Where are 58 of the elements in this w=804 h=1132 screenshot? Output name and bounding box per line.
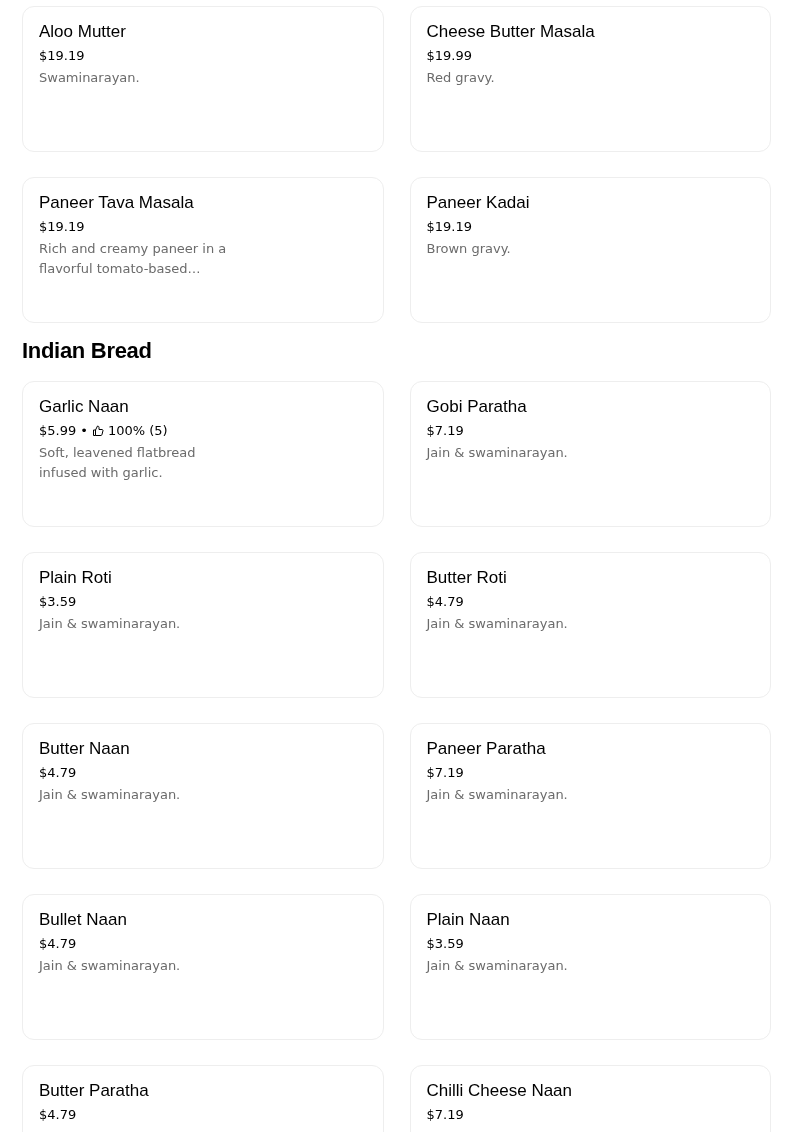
item-rating: 100% (5) [107,423,168,438]
menu-item-card[interactable]: Aloo Mutter $19.19 Swaminarayan. [22,6,384,152]
menu-item-card[interactable]: Paneer Tava Masala $19.19 Rich and creamy paneer in a flavorful tomato-based… [22,177,384,323]
item-price: $4.79 [39,1107,77,1122]
item-name: Paneer Paratha [426,739,546,759]
item-price: $3.59 [39,594,77,609]
item-name: Aloo Mutter [39,22,126,42]
item-name: Butter Roti [426,568,507,588]
item-name: Butter Naan [39,739,130,759]
item-name: Garlic Naan [39,397,129,417]
item-name: Bullet Naan [39,910,127,930]
item-price: $7.19 [426,423,464,438]
menu-item-card[interactable]: Plain Naan $3.59 Jain & swaminarayan. [409,894,771,1040]
item-price: $4.79 [39,936,77,951]
item-price: $3.59 [426,936,464,951]
item-description: Red gravy. [426,69,495,87]
section-heading: Indian Bread [22,338,153,364]
menu-item-card[interactable]: Butter Paratha $4.79 [22,1065,384,1132]
item-name: Butter Paratha [39,1081,149,1101]
menu-item-card[interactable]: Butter Naan $4.79 Jain & swaminarayan. [22,723,384,869]
item-name: Plain Roti [39,568,112,588]
item-price: $4.79 [426,594,464,609]
item-price: $7.19 [426,1107,464,1122]
item-name: Gobi Paratha [426,397,527,417]
item-description: Jain & swaminarayan. [426,957,568,975]
item-name: Cheese Butter Masala [426,22,595,42]
item-name: Paneer Kadai [426,193,530,213]
item-name: Paneer Tava Masala [39,193,194,213]
item-description: Swaminarayan. [39,69,140,87]
menu-item-card[interactable]: Butter Roti $4.79 Jain & swaminarayan. [409,552,771,698]
item-price: $5.99 [39,423,77,438]
menu-item-card[interactable]: Paneer Paratha $7.19 Jain & swaminarayan. [409,723,771,869]
item-description: Jain & swaminarayan. [426,615,568,633]
item-description: Jain & swaminarayan. [39,615,181,633]
menu-item-card[interactable]: Garlic Naan $5.99 • 100% (5) Soft, leavened flatbread infused with garlic. [22,381,384,527]
item-name: Plain Naan [426,910,510,930]
menu-item-card[interactable]: Gobi Paratha $7.19 Jain & swaminarayan. [409,381,771,527]
item-description: Jain & swaminarayan. [426,786,568,804]
menu-item-card[interactable]: Paneer Kadai $19.19 Brown gravy. [409,177,771,323]
item-description: Jain & swaminarayan. [39,957,181,975]
menu-item-card[interactable]: Cheese Butter Masala $19.99 Red gravy. [409,6,771,152]
item-description: Rich and creamy paneer in a flavorful tomato-based… [39,240,228,278]
item-description: Jain & swaminarayan. [426,444,568,462]
menu-item-card[interactable]: Plain Roti $3.59 Jain & swaminarayan. [22,552,384,698]
item-description: Soft, leavened flatbread infused with garlic. [39,444,197,482]
item-name: Chilli Cheese Naan [426,1081,573,1101]
item-price: $19.99 [426,48,472,63]
item-price: $19.19 [39,48,85,63]
item-price: $19.19 [426,219,472,234]
item-description: Jain & swaminarayan. [39,786,181,804]
item-price: $19.19 [39,219,85,234]
item-price: $4.79 [39,765,77,780]
item-description: Brown gravy. [426,240,511,258]
separator: • [80,423,88,438]
thumbs-up-icon [91,424,104,437]
menu-item-card[interactable]: Chilli Cheese Naan $7.19 [409,1065,771,1132]
menu-item-card[interactable]: Bullet Naan $4.79 Jain & swaminarayan. [22,894,384,1040]
item-price: $7.19 [426,765,464,780]
